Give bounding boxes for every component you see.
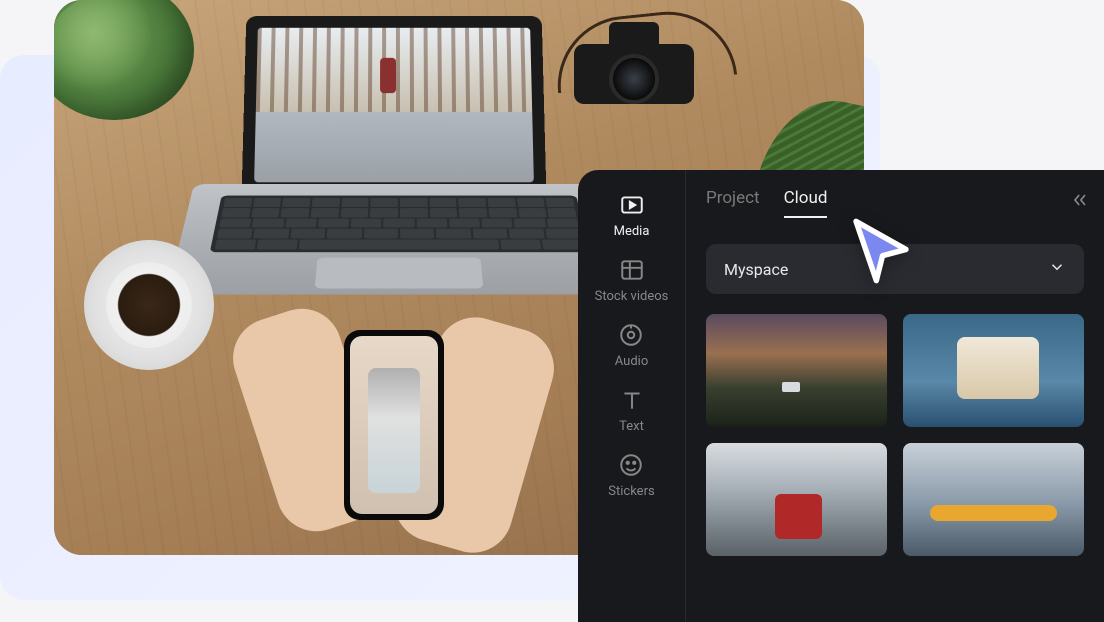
sidebar-item-stickers[interactable]: Stickers [608, 452, 654, 499]
coffee-mug [84, 240, 214, 370]
source-tabs: Project Cloud [706, 188, 1084, 218]
tab-cloud[interactable]: Cloud [784, 188, 828, 218]
sidebar-item-text[interactable]: Text [619, 387, 645, 434]
sidebar-item-label: Media [614, 224, 650, 239]
media-icon [619, 192, 645, 218]
sidebar-item-label: Stock videos [595, 289, 669, 304]
space-dropdown[interactable]: Myspace [706, 244, 1084, 294]
dropdown-selected: Myspace [724, 260, 788, 279]
audio-icon [618, 322, 644, 348]
sidebar-item-stock-videos[interactable]: Stock videos [595, 257, 669, 304]
text-icon [619, 387, 645, 413]
thumbnail-sunset[interactable] [706, 314, 887, 427]
thumbnail-kayak[interactable] [903, 443, 1084, 556]
collapse-panel-icon[interactable] [1070, 190, 1090, 215]
stickers-icon [618, 452, 644, 478]
sidebar-item-label: Audio [615, 354, 648, 369]
hands-holding-phone [254, 300, 534, 555]
thumbnail-canoe[interactable] [903, 314, 1084, 427]
thumbnail-winter[interactable] [706, 443, 887, 556]
sidebar-item-label: Stickers [608, 484, 654, 499]
sidebar-item-label: Text [619, 419, 644, 434]
tab-project[interactable]: Project [706, 188, 760, 218]
editor-sidebar: Media Stock videos Audio Text Stickers [578, 170, 686, 622]
editor-main: Project Cloud Myspace [686, 170, 1104, 622]
vintage-camera [554, 4, 714, 114]
chevron-down-icon [1048, 258, 1066, 280]
sidebar-item-media[interactable]: Media [614, 192, 650, 239]
video-editor-panel: Media Stock videos Audio Text Stickers [578, 170, 1104, 622]
stock-icon [619, 257, 645, 283]
sidebar-item-audio[interactable]: Audio [615, 322, 648, 369]
media-grid [706, 314, 1084, 556]
